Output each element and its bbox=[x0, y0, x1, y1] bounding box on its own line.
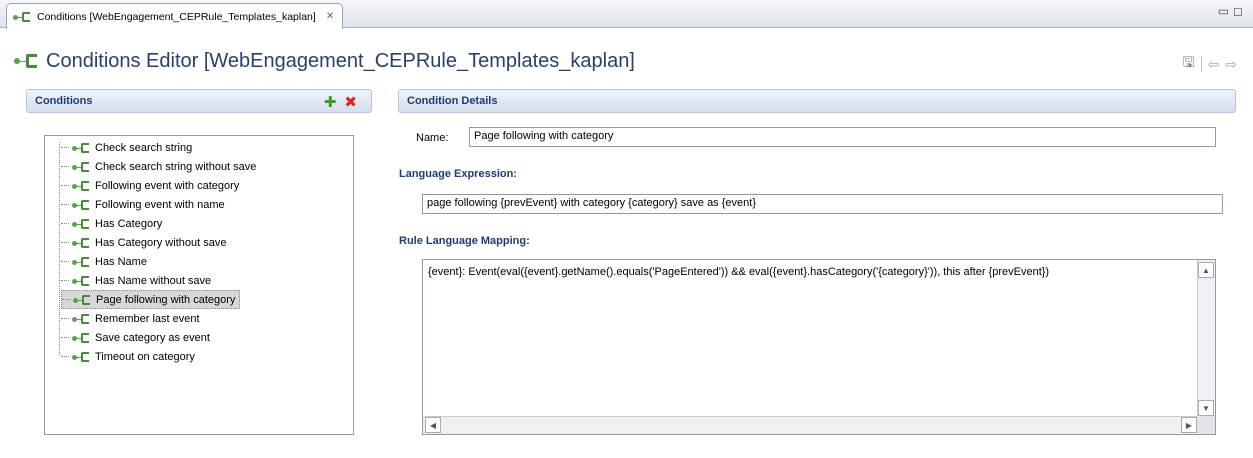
tree-item[interactable]: Check search string without save bbox=[61, 157, 260, 176]
tree-item[interactable]: Save category as event bbox=[61, 328, 214, 347]
editor-tab-bar: Conditions [WebEngagement_CEPRule_Templa… bbox=[0, 0, 1253, 29]
condition-node-icon bbox=[72, 313, 92, 325]
conditions-tree[interactable]: Check search string Check search string … bbox=[44, 135, 354, 435]
tree-guide-line bbox=[59, 142, 60, 355]
tree-item[interactable]: Check search string bbox=[61, 138, 196, 157]
condition-node-icon bbox=[72, 161, 92, 173]
tree-item-label: Timeout on category bbox=[95, 350, 195, 363]
tab-label: Conditions [WebEngagement_CEPRule_Templa… bbox=[37, 10, 316, 23]
name-field[interactable]: Page following with category bbox=[469, 127, 1216, 147]
undo-arrow-icon[interactable]: ⇦ bbox=[1208, 56, 1220, 73]
tree-item-label: Has Category bbox=[95, 217, 163, 230]
tree-item-label: Has Name bbox=[95, 255, 147, 268]
maximize-icon[interactable]: ◻ bbox=[1233, 4, 1243, 18]
tree-item-label: Has Name without save bbox=[95, 274, 212, 287]
rule-mapping-title: Rule Language Mapping: bbox=[399, 235, 530, 247]
conditions-panel-header: Conditions ✚ ✖ bbox=[26, 89, 372, 113]
tree-item[interactable]: Has Name bbox=[61, 252, 151, 271]
condition-node-icon bbox=[72, 142, 92, 154]
tree-item-label: Has Category without save bbox=[95, 236, 227, 249]
condition-node-icon bbox=[72, 332, 92, 344]
redo-arrow-icon[interactable]: ⇨ bbox=[1225, 56, 1237, 73]
tree-item-label: Check search string without save bbox=[95, 160, 257, 173]
tree-item[interactable]: Remember last event bbox=[61, 309, 204, 328]
tree-item-label: Following event with name bbox=[95, 198, 225, 211]
condition-details-title: Condition Details bbox=[407, 95, 498, 107]
condition-node-icon bbox=[72, 275, 92, 287]
language-expression-title: Language Expression: bbox=[399, 168, 517, 180]
scrollbar-corner bbox=[1197, 416, 1215, 434]
tree-item-label: Following event with category bbox=[95, 179, 240, 192]
vertical-scrollbar[interactable]: ▲ ▼ bbox=[1197, 260, 1215, 418]
scroll-right-icon[interactable]: ▶ bbox=[1181, 417, 1197, 433]
tree-item-label: Save category as event bbox=[95, 331, 210, 344]
condition-node-icon bbox=[72, 218, 92, 230]
condition-details-header: Condition Details bbox=[398, 89, 1236, 113]
condition-node-icon bbox=[72, 199, 92, 211]
tree-item[interactable]: Has Name without save bbox=[61, 271, 215, 290]
tree-item-label: Check search string bbox=[95, 141, 193, 154]
scroll-down-icon[interactable]: ▼ bbox=[1198, 400, 1214, 416]
scroll-left-icon[interactable]: ◀ bbox=[425, 417, 441, 433]
tree-item[interactable]: Following event with name bbox=[61, 195, 229, 214]
rule-mapping-text[interactable]: {event}: Event(eval({event}.getName().eq… bbox=[428, 266, 1049, 278]
editor-title-text: Conditions Editor [WebEngagement_CEPRule… bbox=[46, 49, 635, 72]
condition-node-icon bbox=[72, 256, 92, 268]
tree-item-label: Page following with category bbox=[96, 293, 236, 306]
delete-condition-icon[interactable]: ✖ bbox=[344, 93, 357, 111]
tree-item[interactable]: Timeout on category bbox=[61, 347, 199, 366]
condition-node-icon bbox=[73, 294, 93, 306]
horizontal-scrollbar[interactable]: ◀ ▶ bbox=[423, 416, 1199, 434]
conditions-editor-icon bbox=[14, 53, 40, 69]
name-label: Name: bbox=[416, 132, 449, 144]
editor-title: Conditions Editor [WebEngagement_CEPRule… bbox=[14, 46, 635, 76]
condition-node-icon bbox=[72, 180, 92, 192]
tree-item[interactable]: Has Category without save bbox=[61, 233, 230, 252]
language-expression-field[interactable]: page following {prevEvent} with category… bbox=[422, 194, 1223, 214]
tree-item-selected[interactable]: Page following with category bbox=[61, 290, 241, 309]
conditions-tree-icon bbox=[13, 11, 33, 23]
conditions-panel-title: Conditions bbox=[35, 95, 93, 107]
save-icon[interactable]: 🖫 bbox=[1183, 52, 1195, 76]
scroll-up-icon[interactable]: ▲ bbox=[1198, 262, 1214, 278]
editor-toolbar: 🖫 ⇦ ⇨ bbox=[1183, 52, 1237, 76]
add-condition-icon[interactable]: ✚ bbox=[324, 93, 337, 111]
condition-node-icon bbox=[72, 237, 92, 249]
tree-item[interactable]: Has Category bbox=[61, 214, 166, 233]
window-controls: ▭ ◻ bbox=[1218, 4, 1243, 18]
tree-item[interactable]: Following event with category bbox=[61, 176, 243, 195]
toolbar-separator bbox=[1200, 56, 1202, 72]
tab-conditions[interactable]: Conditions [WebEngagement_CEPRule_Templa… bbox=[6, 3, 344, 29]
tree-item-label: Remember last event bbox=[95, 312, 200, 325]
minimize-icon[interactable]: ▭ bbox=[1218, 4, 1229, 18]
rule-mapping-textarea[interactable]: {event}: Event(eval({event}.getName().eq… bbox=[422, 259, 1216, 435]
close-icon[interactable]: ✕ bbox=[326, 11, 334, 22]
condition-node-icon bbox=[72, 351, 92, 363]
